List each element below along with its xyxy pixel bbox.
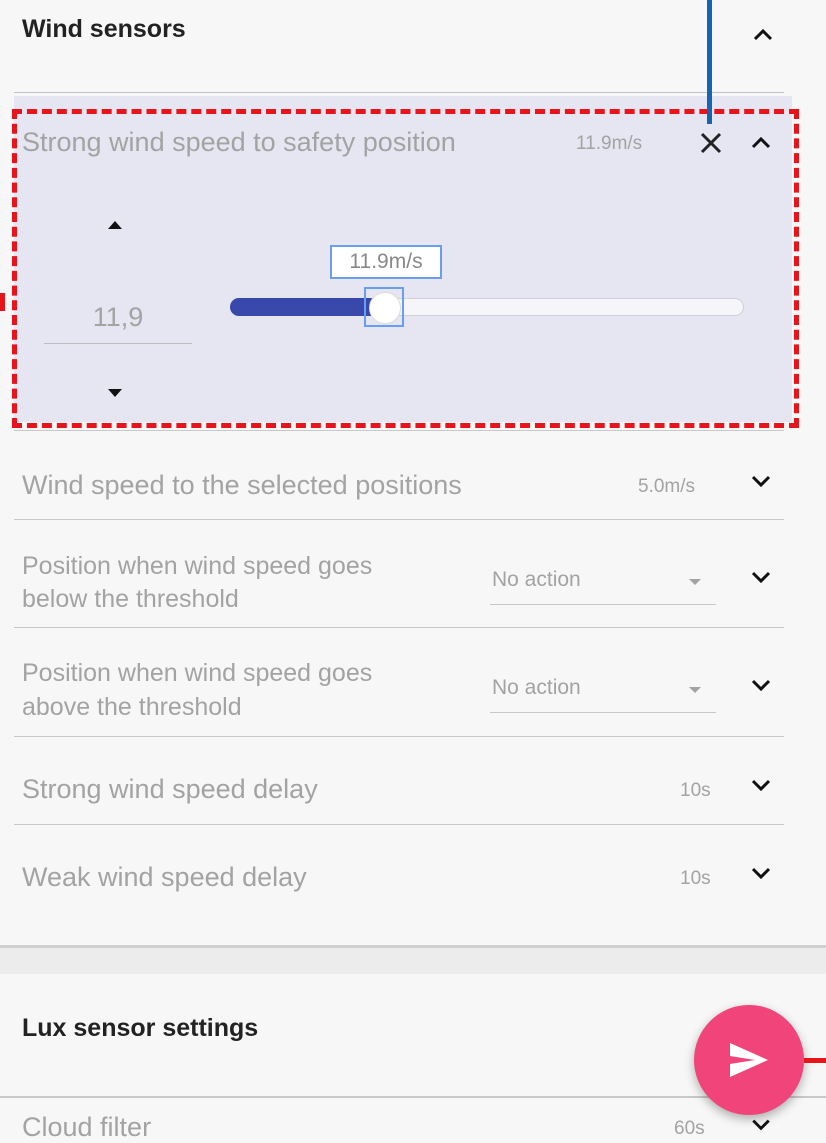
divider: [0, 1096, 826, 1098]
slider-fill: [230, 298, 379, 316]
slider-tooltip: 11.9m/s: [330, 245, 442, 279]
weak-wind-delay-value: 10s: [680, 868, 711, 889]
chevron-up-icon[interactable]: [748, 20, 778, 50]
below-threshold-select[interactable]: No action: [490, 566, 716, 605]
weak-wind-delay-label: Weak wind speed delay: [22, 862, 307, 892]
divider: [14, 519, 784, 520]
divider: [14, 92, 784, 93]
wind-sensors-title: Wind sensors: [22, 15, 186, 43]
chevron-down-icon[interactable]: [746, 770, 776, 800]
dropdown-arrow-icon: [689, 687, 701, 693]
chevron-down-icon[interactable]: [746, 562, 776, 592]
strong-wind-value: 11.9m/s: [576, 133, 643, 154]
divider: [14, 430, 784, 431]
below-threshold-label-line2: below the threshold: [22, 585, 239, 613]
annotation-pointer-line: [707, 0, 712, 124]
divider: [14, 824, 784, 825]
annotation-left-mark: [0, 293, 5, 311]
section-gap: [0, 948, 826, 974]
dropdown-arrow-icon: [689, 579, 701, 585]
chevron-down-icon[interactable]: [746, 670, 776, 700]
below-threshold-label-line1: Position when wind speed goes: [22, 552, 373, 580]
send-fab-button[interactable]: [694, 1005, 804, 1115]
chevron-up-icon[interactable]: [746, 128, 776, 158]
lux-sensor-title: Lux sensor settings: [22, 1014, 259, 1042]
above-threshold-select[interactable]: No action: [490, 674, 716, 713]
wind-speed-selected-value: 5.0m/s: [638, 476, 696, 497]
increment-arrow-icon[interactable]: [104, 218, 126, 232]
chevron-down-icon[interactable]: [746, 858, 776, 888]
close-icon[interactable]: [696, 128, 726, 158]
decrement-arrow-icon[interactable]: [104, 386, 126, 400]
cloud-filter-label: Cloud filter: [22, 1112, 152, 1142]
wind-speed-selected-label: Wind speed to the selected positions: [22, 470, 462, 500]
strong-wind-label: Strong wind speed to safety position: [22, 127, 456, 157]
cloud-filter-value: 60s: [674, 1118, 705, 1139]
above-threshold-label-line2: above the threshold: [22, 693, 242, 721]
input-underline: [44, 343, 192, 344]
slider-handle[interactable]: [364, 287, 404, 327]
below-threshold-select-value: No action: [492, 568, 581, 591]
strong-wind-delay-value: 10s: [680, 780, 711, 801]
above-threshold-label-line1: Position when wind speed goes: [22, 659, 373, 687]
above-threshold-select-value: No action: [492, 676, 581, 699]
divider: [14, 627, 784, 628]
annotation-fab-line: [804, 1058, 826, 1063]
strong-wind-delay-label: Strong wind speed delay: [22, 774, 318, 804]
chevron-down-icon[interactable]: [746, 466, 776, 496]
divider: [14, 736, 784, 737]
send-icon: [730, 1043, 768, 1077]
wind-speed-input[interactable]: 11,9: [44, 302, 192, 333]
